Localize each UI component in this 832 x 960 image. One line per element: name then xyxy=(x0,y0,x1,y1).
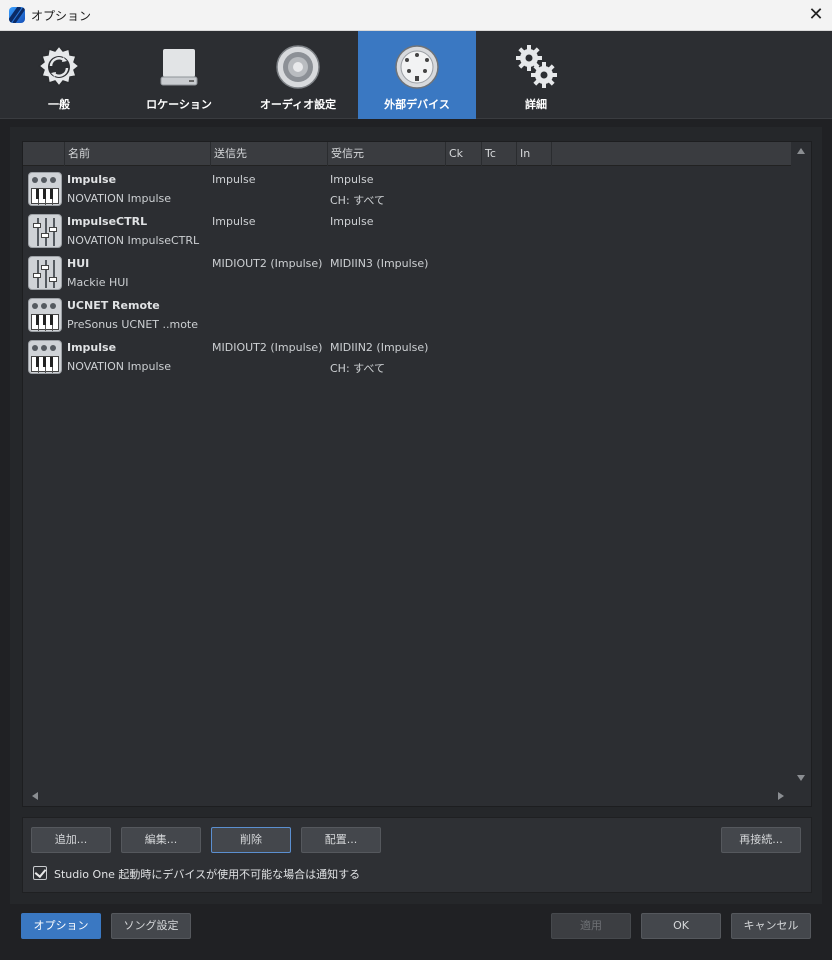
midi-port-icon xyxy=(395,45,439,89)
device-channel: CH: すべて xyxy=(330,362,385,375)
gear-sync-icon xyxy=(37,44,81,88)
device-list-header: 名前 送信先 受信元 Ck Tc In xyxy=(23,142,791,166)
mixer-icon xyxy=(28,214,62,248)
drive-icon xyxy=(160,49,198,86)
device-receive-from: Impulse xyxy=(330,173,374,186)
column-name[interactable]: 名前 xyxy=(65,142,211,166)
notify-unavailable-label: Studio One 起動時にデバイスが使用不可能な場合は通知する xyxy=(54,868,361,881)
tab-label: 詳細 xyxy=(525,98,547,111)
device-row[interactable]: ImpulseCTRL NOVATION ImpulseCTRL Impulse… xyxy=(23,211,791,253)
device-name: Impulse xyxy=(67,341,117,354)
device-name: UCNET Remote xyxy=(67,299,160,312)
tab-label: 一般 xyxy=(48,98,70,111)
add-device-button[interactable]: 追加... xyxy=(31,827,111,853)
device-model: NOVATION Impulse xyxy=(67,360,172,373)
column-send-to[interactable]: 送信先 xyxy=(211,142,328,166)
scroll-left-arrow-icon[interactable] xyxy=(32,792,38,800)
device-name: ImpulseCTRL xyxy=(67,215,148,228)
scroll-up-arrow-icon[interactable] xyxy=(797,148,805,154)
device-channel: CH: すべて xyxy=(330,194,385,207)
song-settings-button[interactable]: ソング設定 xyxy=(111,913,191,939)
device-row[interactable]: Impulse NOVATION Impulse MIDIOUT2 (Impul… xyxy=(23,337,791,379)
tab-audio-settings[interactable]: オーディオ設定 xyxy=(239,31,357,119)
delete-device-button[interactable]: 削除 xyxy=(211,827,291,853)
options-tab-bar: 一般 ロケーション オーディオ設定 外部デバイス 詳細 xyxy=(0,31,832,119)
gears-icon xyxy=(516,45,557,88)
device-send-to: Impulse xyxy=(212,173,256,186)
column-receive-from[interactable]: 受信元 xyxy=(328,142,446,166)
tab-advanced[interactable]: 詳細 xyxy=(477,31,595,119)
mixer-icon xyxy=(28,256,62,290)
notify-unavailable-checkbox[interactable] xyxy=(33,866,47,880)
scroll-right-arrow-icon[interactable] xyxy=(778,792,784,800)
tab-general[interactable]: 一般 xyxy=(0,31,118,119)
tab-external-devices[interactable]: 外部デバイス xyxy=(358,31,476,119)
device-send-to: MIDIOUT2 (Impulse) xyxy=(212,341,323,354)
device-row[interactable]: HUI Mackie HUI MIDIOUT2 (Impulse) MIDIIN… xyxy=(23,253,791,295)
device-list[interactable]: 名前 送信先 受信元 Ck Tc In Impulse NOVATION Imp… xyxy=(22,141,812,807)
keyboard-icon xyxy=(28,298,62,332)
device-model: NOVATION ImpulseCTRL xyxy=(67,234,200,247)
speaker-icon xyxy=(276,45,320,89)
device-model: Mackie HUI xyxy=(67,276,129,289)
keyboard-icon xyxy=(28,340,62,374)
device-model: NOVATION Impulse xyxy=(67,192,172,205)
column-icon xyxy=(23,142,65,166)
device-name: Impulse xyxy=(67,173,117,186)
device-row[interactable]: Impulse NOVATION Impulse Impulse Impulse… xyxy=(23,169,791,211)
cancel-button[interactable]: キャンセル xyxy=(731,913,811,939)
device-send-to: MIDIOUT2 (Impulse) xyxy=(212,257,323,270)
device-receive-from: MIDIIN3 (Impulse) xyxy=(330,257,429,270)
scroll-down-arrow-icon[interactable] xyxy=(797,775,805,781)
tab-locations[interactable]: ロケーション xyxy=(120,31,238,119)
tab-label: オーディオ設定 xyxy=(259,98,337,111)
column-clock[interactable]: Ck xyxy=(446,142,482,166)
tab-label: ロケーション xyxy=(146,98,212,111)
window-title: オプション xyxy=(31,9,92,23)
column-instrument[interactable]: In xyxy=(517,142,552,166)
ok-button[interactable]: OK xyxy=(641,913,721,939)
device-receive-from: Impulse xyxy=(330,215,374,228)
reconnect-button[interactable]: 再接続... xyxy=(721,827,801,853)
column-timecode[interactable]: Tc xyxy=(482,142,517,166)
device-send-to: Impulse xyxy=(212,215,256,228)
layout-device-button[interactable]: 配置... xyxy=(301,827,381,853)
device-receive-from: MIDIIN2 (Impulse) xyxy=(330,341,429,354)
close-window-button[interactable]: ✕ xyxy=(801,1,831,30)
device-row[interactable]: UCNET Remote PreSonus UCNET ..mote xyxy=(23,295,791,337)
studio-one-app-icon xyxy=(9,7,25,23)
apply-button[interactable]: 適用 xyxy=(551,913,631,939)
device-name: HUI xyxy=(67,257,90,270)
keyboard-icon xyxy=(28,172,62,206)
device-model: PreSonus UCNET ..mote xyxy=(67,318,199,331)
options-button[interactable]: オプション xyxy=(21,913,101,939)
title-bar: オプション ✕ xyxy=(0,0,832,31)
tab-label: 外部デバイス xyxy=(384,98,450,111)
edit-device-button[interactable]: 編集... xyxy=(121,827,201,853)
